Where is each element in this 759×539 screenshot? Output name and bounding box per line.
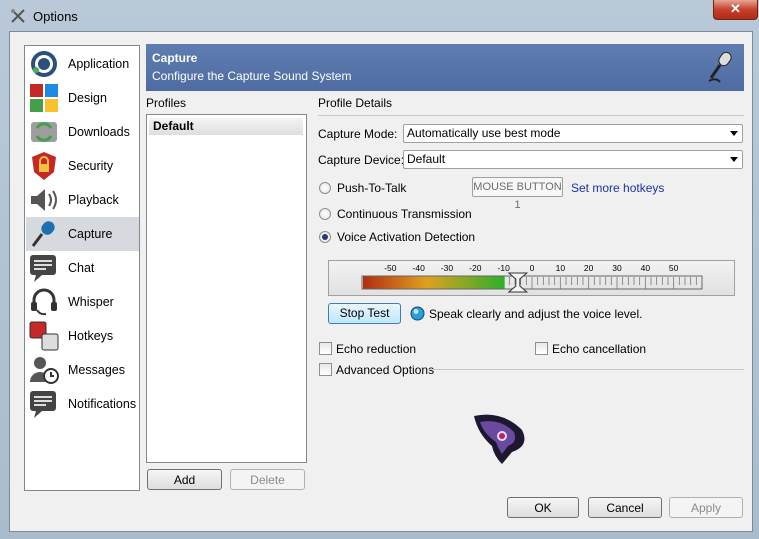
capture-mode-value: Automatically use best mode — [407, 126, 561, 140]
options-client-area: Application Design Downloads Security Pl… — [9, 31, 753, 532]
options-window: Options ✕ Application Design Downloads S… — [0, 0, 759, 539]
sidebar-item-hotkeys[interactable]: Hotkeys — [26, 319, 139, 353]
sidebar-item-label: Notifications — [68, 397, 137, 411]
advanced-options-label: Advanced Options — [336, 363, 435, 377]
page-subtitle: Configure the Capture Sound System — [152, 69, 352, 83]
sidebar-item-chat[interactable]: Chat — [26, 251, 139, 285]
meter-tick-label: 30 — [612, 263, 622, 273]
profile-details-heading: Profile Details — [318, 96, 393, 110]
ok-button[interactable]: OK — [507, 497, 579, 518]
speaker-icon — [31, 189, 57, 211]
meter-tick-label: 10 — [556, 263, 566, 273]
meter-tick-label: -30 — [441, 263, 454, 273]
sidebar-item-notifications[interactable]: Notifications — [26, 387, 139, 421]
microphone-icon — [31, 221, 55, 247]
sidebar-item-label: Messages — [68, 363, 125, 377]
sidebar-item-design[interactable]: Design — [26, 81, 139, 115]
window-title: Options — [33, 9, 78, 24]
meter-tick-label: 50 — [669, 263, 679, 273]
test-hint-text: Speak clearly and adjust the voice level… — [429, 307, 643, 321]
sidebar-item-downloads[interactable]: Downloads — [26, 115, 139, 149]
profiles-list[interactable]: Default — [146, 114, 307, 463]
chevron-down-icon — [730, 157, 738, 162]
delete-profile-button[interactable]: Delete — [230, 469, 305, 490]
page-banner: Capture Configure the Capture Sound Syst… — [146, 44, 744, 91]
capture-mode-label: Capture Mode: — [318, 127, 398, 141]
tools-icon — [11, 9, 25, 23]
sidebar-item-label: Application — [68, 57, 130, 71]
meter-tick-label: -40 — [413, 263, 426, 273]
push-to-talk-radio[interactable] — [319, 182, 331, 194]
threshold-slider-handle[interactable] — [507, 272, 529, 293]
voice-activation-radio[interactable] — [319, 231, 331, 243]
hotkeys-icon — [29, 321, 59, 351]
sidebar-item-label: Chat — [68, 261, 95, 275]
capture-mode-select[interactable]: Automatically use best mode — [403, 124, 743, 143]
sidebar-item-label: Hotkeys — [68, 329, 114, 343]
sidebar-item-playback[interactable]: Playback — [26, 183, 139, 217]
meter-tick-label: -50 — [384, 263, 397, 273]
meter-tick-label: 0 — [530, 263, 535, 273]
headset-icon — [31, 288, 57, 316]
messages-icon — [30, 357, 59, 384]
lock-icon — [32, 152, 56, 180]
continuous-transmission-radio[interactable] — [319, 208, 331, 220]
level-meter-scale: -50 -40 -30 -20 -10 0 10 20 30 40 50 — [361, 263, 703, 293]
capture-device-label: Capture Device: — [318, 153, 405, 167]
echo-reduction-label: Echo reduction — [336, 342, 417, 356]
sidebar-item-label: Security — [68, 159, 114, 173]
continuous-transmission-label: Continuous Transmission — [337, 207, 472, 221]
chevron-down-icon — [730, 131, 738, 136]
cancel-button[interactable]: Cancel — [588, 497, 662, 518]
sidebar-item-messages[interactable]: Messages — [26, 353, 139, 387]
voice-level-meter[interactable]: -50 -40 -30 -20 -10 0 10 20 30 40 50 — [328, 260, 735, 296]
level-bar — [363, 276, 505, 289]
sidebar-item-whisper[interactable]: Whisper — [26, 285, 139, 319]
category-sidebar: Application Design Downloads Security Pl… — [24, 45, 140, 491]
voice-activation-label: Voice Activation Detection — [337, 230, 476, 244]
sidebar-item-label: Downloads — [68, 125, 130, 139]
set-hotkeys-link[interactable]: Set more hotkeys — [571, 181, 664, 195]
sidebar-item-capture[interactable]: Capture — [26, 217, 139, 251]
capture-device-value: Default — [407, 152, 446, 166]
close-button[interactable]: ✕ — [713, 0, 758, 20]
status-led-icon — [410, 306, 425, 321]
title-bar[interactable]: Options ✕ — [0, 0, 759, 32]
stop-test-button[interactable]: Stop Test — [328, 303, 401, 324]
downloads-icon — [31, 122, 57, 142]
profiles-heading: Profiles — [146, 96, 187, 110]
chat-icon — [30, 255, 56, 282]
palette-icon — [30, 84, 58, 112]
sidebar-item-label: Capture — [68, 227, 113, 241]
hotkey-button[interactable]: MOUSE BUTTON 1 — [472, 177, 563, 211]
logo-icon — [474, 414, 525, 464]
apply-button[interactable]: Apply — [669, 497, 743, 518]
meter-tick-label: -20 — [469, 263, 482, 273]
sidebar-item-application[interactable]: Application — [26, 47, 139, 81]
page-title: Capture — [152, 51, 198, 65]
divider — [318, 115, 744, 116]
advanced-options-checkbox[interactable] — [319, 363, 332, 376]
echo-reduction-checkbox[interactable] — [319, 342, 332, 355]
meter-tick-label: -10 — [498, 263, 511, 273]
push-to-talk-label: Push-To-Talk — [337, 181, 407, 195]
sidebar-item-label: Playback — [68, 193, 119, 207]
microphone-icon — [708, 51, 732, 83]
sidebar-item-label: Whisper — [68, 295, 114, 309]
divider — [428, 369, 744, 370]
threshold-thumb[interactable] — [507, 272, 529, 293]
meter-tick-label: 20 — [584, 263, 594, 273]
add-profile-button[interactable]: Add — [147, 469, 222, 490]
list-item[interactable]: Default — [149, 118, 303, 135]
echo-cancellation-checkbox[interactable] — [535, 342, 548, 355]
sidebar-item-security[interactable]: Security — [26, 149, 139, 183]
notifications-icon — [30, 391, 56, 418]
echo-cancellation-label: Echo cancellation — [552, 342, 647, 356]
teamspeak-icon — [31, 51, 57, 77]
meter-tick-label: 40 — [641, 263, 651, 273]
sidebar-item-label: Design — [68, 91, 107, 105]
capture-device-select[interactable]: Default — [403, 150, 743, 169]
